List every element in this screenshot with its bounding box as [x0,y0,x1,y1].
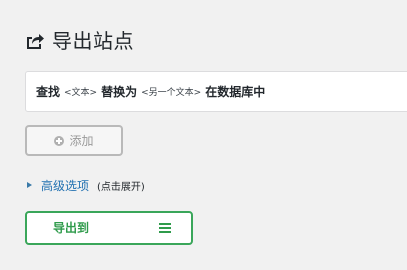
find-replace-row[interactable]: 查找 <文本> 替换为 <另一个文本> 在数据库中 [25,71,407,112]
replace-label: 替换为 [101,85,138,99]
add-button-label: 添加 [69,134,94,148]
scope-label: 在数据库中 [205,85,266,99]
advanced-options-link[interactable]: 高级选项 [41,177,89,194]
find-placeholder[interactable]: <文本> [64,85,97,98]
page-title: 导出站点 [52,29,134,53]
advanced-options-hint: (点击展开) [97,181,145,193]
replace-placeholder[interactable]: <另一个文本> [141,85,201,98]
triangle-right-icon[interactable] [27,182,32,188]
add-button[interactable]: 添加 [25,125,123,156]
export-to-button[interactable]: 导出到 [25,211,193,245]
export-panel: 导出站点 查找 <文本> 替换为 <另一个文本> 在数据库中 添加 高级选项 (… [0,0,407,270]
page-header: 导出站点 [24,27,134,55]
find-label: 查找 [36,85,61,99]
export-to-label: 导出到 [53,221,90,235]
hamburger-menu-icon[interactable] [159,223,171,234]
export-icon [24,30,46,52]
plus-circle-icon [54,135,65,146]
advanced-options-row[interactable]: 高级选项 (点击展开) [27,177,145,193]
